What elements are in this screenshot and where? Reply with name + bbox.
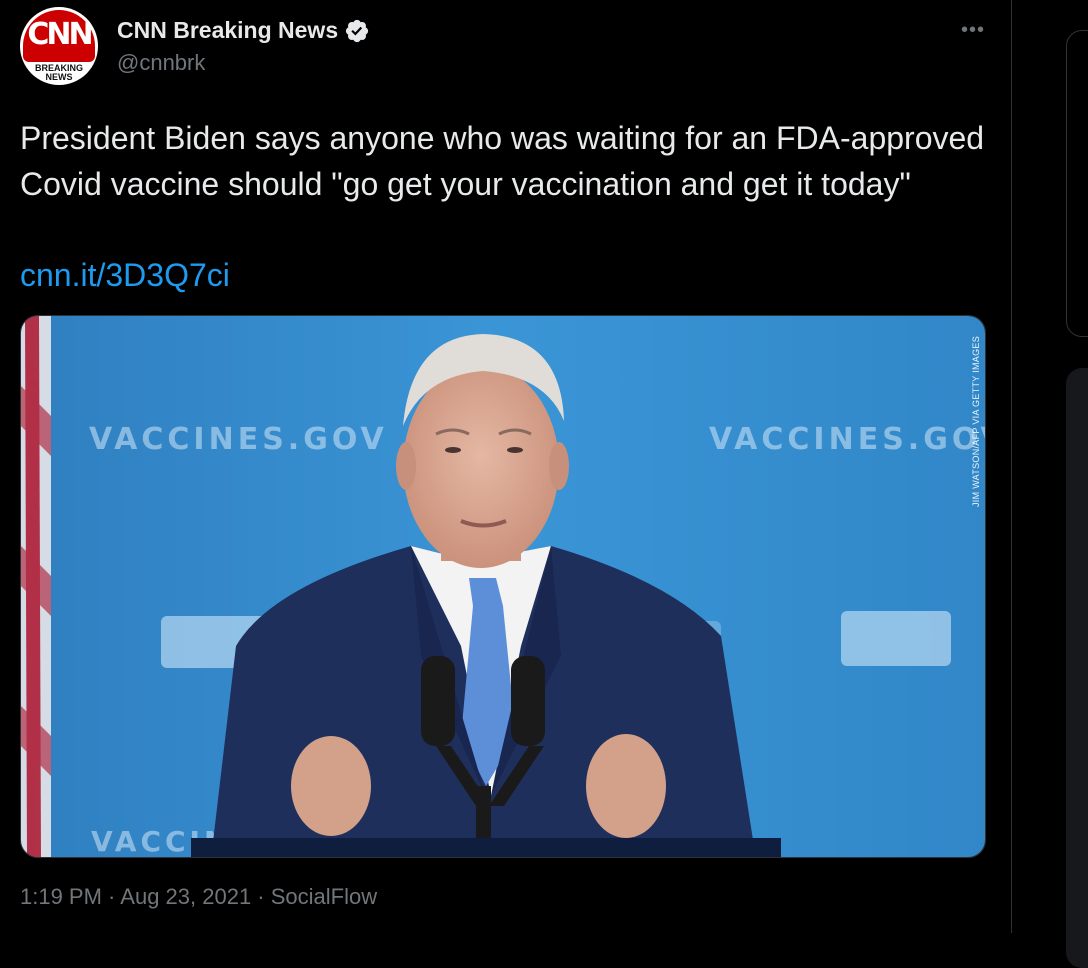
cnn-logo-text: CNN (27, 17, 93, 52)
backdrop-text-right: VACCINES.GOV (709, 422, 986, 457)
tweet-meta: 1:19 PM · Aug 23, 2021 · SocialFlow (20, 884, 377, 910)
more-horizontal-icon[interactable]: ••• (953, 18, 993, 42)
tweet-time[interactable]: 1:19 PM (20, 884, 102, 909)
tweet-link[interactable]: cnn.it/3D3Q7ci (20, 252, 230, 298)
sidebar-trends-card (1066, 368, 1088, 968)
avatar[interactable]: CNN BREAKING NEWS (20, 7, 98, 85)
tweet-date[interactable]: Aug 23, 2021 (120, 884, 251, 909)
tweet-text: President Biden says anyone who was wait… (20, 120, 985, 202)
photo-illustration: VACCINES.GOV VACCINES.GOV VACCINES.GOV (21, 316, 986, 857)
tweet-photo[interactable]: VACCINES.GOV VACCINES.GOV VACCINES.GOV (20, 315, 986, 858)
sidebar-search-card (1066, 30, 1088, 337)
verified-badge-icon (346, 19, 369, 42)
author-handle[interactable]: @cnnbrk (117, 50, 205, 76)
meta-separator: · (101, 884, 121, 909)
author-name-text[interactable]: CNN Breaking News (117, 17, 338, 44)
tweet-detail: CNN BREAKING NEWS CNN Breaking News @cnn… (0, 0, 1012, 933)
author-display-name[interactable]: CNN Breaking News (117, 17, 370, 44)
backdrop-text-left: VACCINES.GOV (89, 422, 388, 457)
tweet-source[interactable]: SocialFlow (271, 884, 377, 909)
meta-separator: · (251, 884, 271, 909)
photo-credit: JIM WATSON/AFP VIA GETTY IMAGES (971, 336, 981, 507)
avatar-breaking-label: BREAKING NEWS (34, 63, 83, 82)
